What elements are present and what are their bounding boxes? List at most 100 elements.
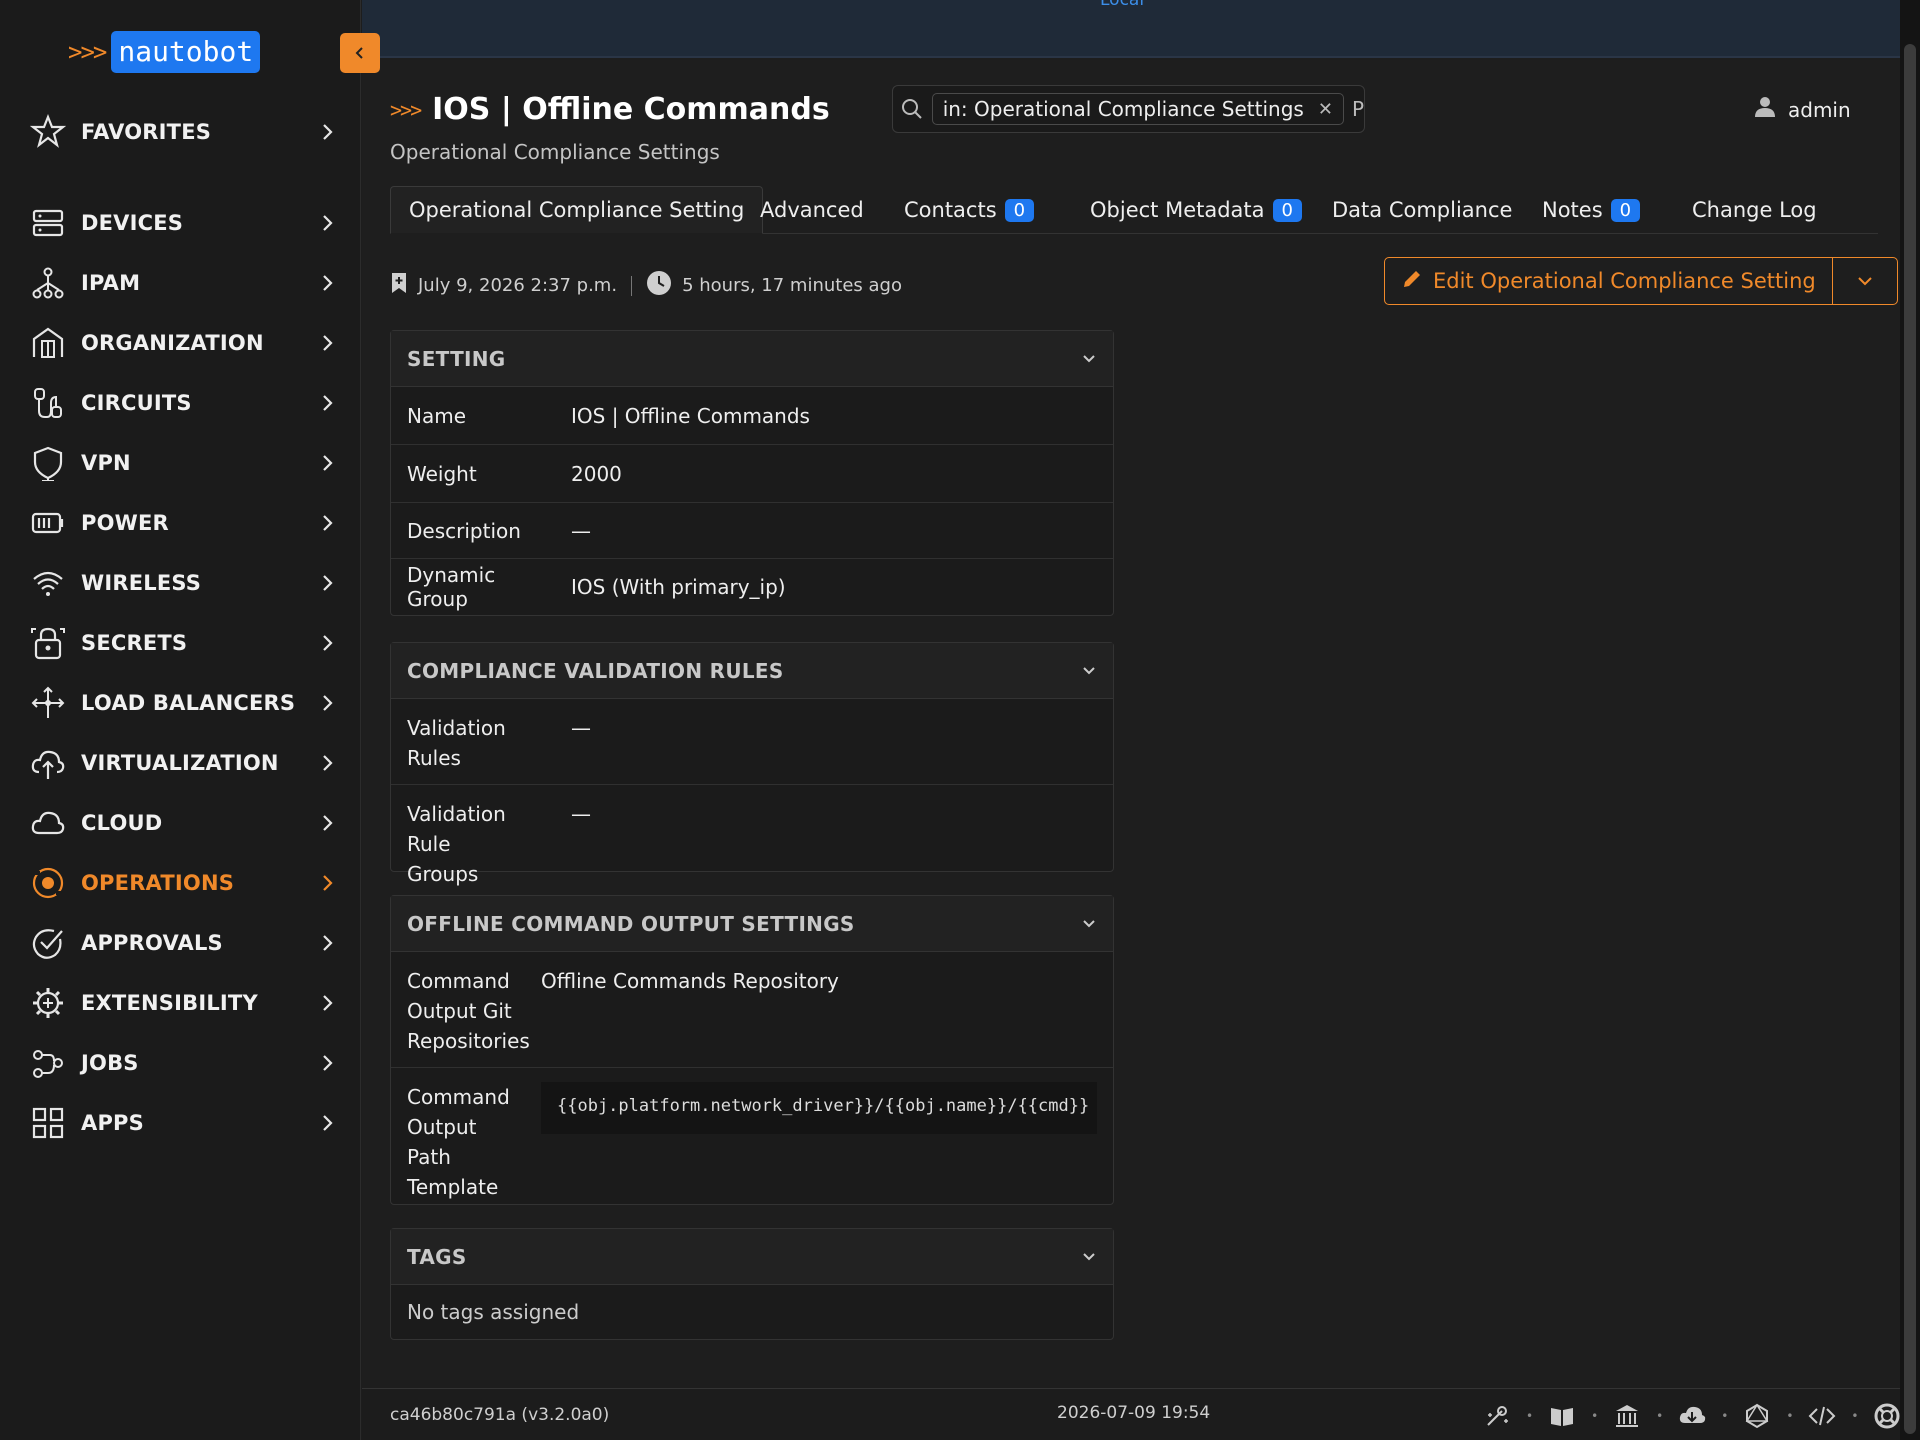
tab-operational-compliance-setting[interactable]: Operational Compliance Setting xyxy=(390,186,764,234)
panel-title: COMPLIANCE VALIDATION RULES xyxy=(407,658,784,683)
label-line: Validation Rule xyxy=(407,802,506,856)
building-icon xyxy=(28,323,68,363)
version-string: ca46b80c791a (v3.2.0a0) xyxy=(390,1405,610,1425)
panel-title: SETTING xyxy=(407,346,506,371)
remove-filter-icon[interactable]: ✕ xyxy=(1318,99,1333,120)
title-chevrons: >>> xyxy=(390,97,422,122)
label-line: Output Path xyxy=(407,1115,477,1169)
sidebar-item-label: JOBS xyxy=(81,1051,139,1075)
name-row: Name IOS | Offline Commands xyxy=(391,387,1113,445)
tab-bar: Operational Compliance Setting Advanced … xyxy=(390,186,1878,234)
cloud-download-icon[interactable] xyxy=(1677,1401,1707,1431)
help-lifebuoy-icon[interactable] xyxy=(1872,1401,1902,1431)
git-repository-link[interactable]: Offline Commands Repository xyxy=(541,966,839,1067)
main-content: >>> IOS | Offline Commands Operational C… xyxy=(362,60,1900,1380)
tab-change-log[interactable]: Change Log xyxy=(1692,186,1817,234)
sidebar-item-label: WIRELESS xyxy=(81,571,202,595)
tab-contacts[interactable]: Contacts 0 xyxy=(904,186,1035,234)
wifi-icon xyxy=(28,563,68,603)
tab-label: Object Metadata xyxy=(1090,198,1265,222)
sidebar-item-extensibility[interactable]: EXTENSIBILITY xyxy=(28,978,338,1028)
sidebar-item-apps[interactable]: APPS xyxy=(28,1098,338,1148)
tab-label: Data Compliance xyxy=(1332,198,1513,222)
sidebar-item-organization[interactable]: ORGANIZATION xyxy=(28,318,338,368)
field-value: — xyxy=(571,802,591,826)
search-input[interactable]: P xyxy=(1352,97,1364,121)
sidebar-item-secrets[interactable]: SECRETS xyxy=(28,618,338,668)
edit-operational-compliance-setting-button[interactable]: Edit Operational Compliance Setting xyxy=(1385,258,1833,304)
label-line: Repositories xyxy=(407,1029,530,1053)
chevron-down-icon[interactable] xyxy=(1081,663,1097,679)
cloud-icon xyxy=(28,803,68,843)
chevron-right-icon xyxy=(323,335,333,351)
tab-label: Operational Compliance Setting xyxy=(409,198,745,222)
tags-panel: TAGS No tags assigned xyxy=(390,1228,1114,1340)
sidebar-item-cloud[interactable]: CLOUD xyxy=(28,798,338,848)
gear-plus-icon xyxy=(28,983,68,1023)
page-scrollbar[interactable] xyxy=(1900,0,1920,1440)
sidebar-item-circuits[interactable]: CIRCUITS xyxy=(28,378,338,428)
docs-book-icon[interactable] xyxy=(1547,1401,1577,1431)
battery-icon xyxy=(28,503,68,543)
label-line: Validation xyxy=(407,716,506,740)
chevron-down-icon[interactable] xyxy=(1081,916,1097,932)
chevron-right-icon xyxy=(323,275,333,291)
sidebar-item-ipam[interactable]: IPAM xyxy=(28,258,338,308)
label-line: Command xyxy=(407,1085,510,1109)
tab-object-metadata[interactable]: Object Metadata 0 xyxy=(1090,186,1302,234)
chevron-left-icon xyxy=(355,47,363,59)
separator: • xyxy=(1786,1409,1794,1423)
validation-rules-row: Validation Rules — xyxy=(391,699,1113,785)
collapse-sidebar-button[interactable] xyxy=(340,33,380,73)
chevron-right-icon xyxy=(323,935,333,951)
sidebar-item-vpn[interactable]: VPN xyxy=(28,438,338,488)
chevron-down-icon[interactable] xyxy=(1081,1249,1097,1265)
theme-toggle-icon[interactable] xyxy=(1482,1401,1512,1431)
code-icon[interactable] xyxy=(1807,1401,1837,1431)
sidebar-item-favorites[interactable]: FAVORITES xyxy=(28,107,338,157)
search-filter-chip[interactable]: in: Operational Compliance Settings ✕ xyxy=(931,93,1344,125)
git-repositories-row: Command Output Git Repositories Offline Co… xyxy=(391,952,1113,1068)
sidebar-item-label: POWER xyxy=(81,511,169,535)
edit-actions-dropdown-toggle[interactable] xyxy=(1833,258,1897,304)
sidebar-item-jobs[interactable]: JOBS xyxy=(28,1038,338,1088)
tab-data-compliance[interactable]: Data Compliance xyxy=(1332,186,1512,234)
divider xyxy=(631,275,633,296)
validation-panel-header[interactable]: COMPLIANCE VALIDATION RULES xyxy=(391,643,1113,699)
chevron-right-icon xyxy=(323,815,333,831)
updated-timestamp: 5 hours, 17 minutes ago xyxy=(682,275,902,296)
page-subtitle: Operational Compliance Settings xyxy=(390,140,720,164)
sidebar-item-operations[interactable]: OPERATIONS xyxy=(28,858,338,908)
graphql-icon[interactable] xyxy=(1742,1401,1772,1431)
sidebar-item-label: FAVORITES xyxy=(81,120,212,144)
field-value: — xyxy=(571,716,591,740)
sidebar-item-power[interactable]: POWER xyxy=(28,498,338,548)
dynamic-group-row: Dynamic Group IOS (With primary_ip) xyxy=(391,559,1113,615)
scrollbar-thumb[interactable] xyxy=(1904,44,1916,1434)
chevron-right-icon xyxy=(323,455,333,471)
search-bar[interactable]: in: Operational Compliance Settings ✕ P xyxy=(892,85,1365,133)
tab-advanced[interactable]: Advanced xyxy=(760,186,864,234)
lock-icon xyxy=(28,623,68,663)
chevron-down-icon[interactable] xyxy=(1081,351,1097,367)
sidebar-item-wireless[interactable]: WIRELESS xyxy=(28,558,338,608)
dynamic-group-link[interactable]: IOS (With primary_ip) xyxy=(571,575,786,599)
offline-panel-header[interactable]: OFFLINE COMMAND OUTPUT SETTINGS xyxy=(391,896,1113,952)
separator: • xyxy=(1591,1409,1599,1423)
tab-notes[interactable]: Notes 0 xyxy=(1542,186,1641,234)
tab-label: Notes xyxy=(1542,198,1603,222)
tags-panel-header[interactable]: TAGS xyxy=(391,1229,1113,1285)
sidebar-item-devices[interactable]: DEVICES xyxy=(28,198,338,248)
sidebar-item-load-balancers[interactable]: LOAD BALANCERS xyxy=(28,678,338,728)
sidebar-item-label: EXTENSIBILITY xyxy=(81,991,258,1015)
sidebar-item-label: VIRTUALIZATION xyxy=(81,751,279,775)
sidebar-item-virtualization[interactable]: VIRTUALIZATION xyxy=(28,738,338,788)
user-menu[interactable]: admin xyxy=(1754,96,1851,123)
pencil-icon xyxy=(1401,268,1423,295)
setting-panel-header[interactable]: SETTING xyxy=(391,331,1113,387)
nautobot-logo[interactable]: >>> nautobot xyxy=(68,31,261,73)
page-title-text: IOS | Offline Commands xyxy=(432,92,830,127)
output-path-template-row: Command Output Path Template {{obj.platfor… xyxy=(391,1068,1113,1204)
api-building-icon[interactable] xyxy=(1612,1401,1642,1431)
sidebar-item-approvals[interactable]: APPROVALS xyxy=(28,918,338,968)
